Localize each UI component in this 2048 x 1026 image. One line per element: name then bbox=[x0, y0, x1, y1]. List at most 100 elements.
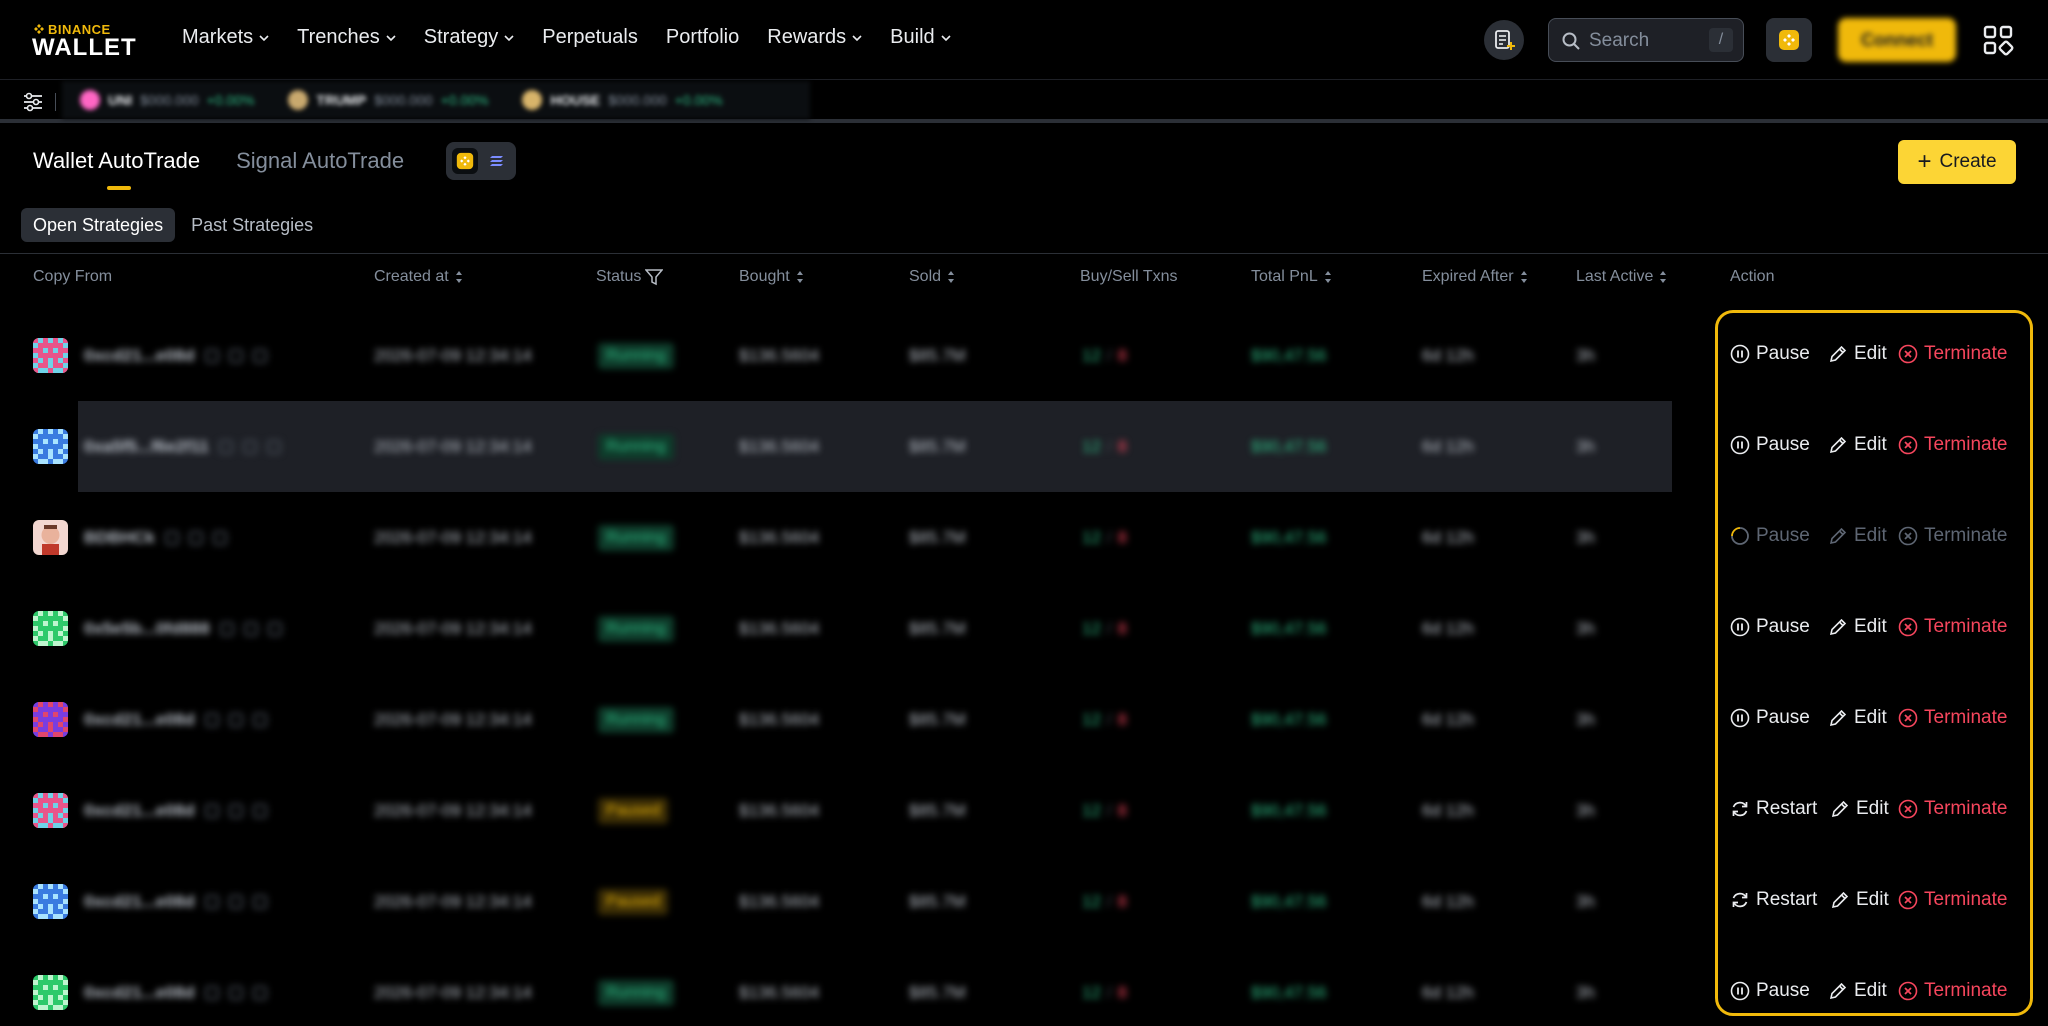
edit-button[interactable]: Edit bbox=[1828, 434, 1887, 456]
copy-from-cell[interactable]: 0xcd21...e08d bbox=[84, 765, 267, 856]
col-bought[interactable]: Bought bbox=[739, 268, 804, 286]
ticker-item[interactable]: HOUSE $000.000 +0.00% bbox=[522, 90, 723, 110]
restart-button[interactable]: Restart bbox=[1730, 889, 1817, 911]
edit-button[interactable]: Edit bbox=[1828, 616, 1887, 638]
terminate-button[interactable]: Terminate bbox=[1898, 707, 2007, 729]
terminate-button[interactable]: Terminate bbox=[1898, 343, 2007, 365]
copy-from-cell[interactable]: 0x5e5b...0fd888 bbox=[84, 583, 282, 674]
copy-icon[interactable] bbox=[164, 530, 179, 545]
create-strategy-button[interactable]: + Create bbox=[1898, 140, 2016, 184]
tab-wallet-autotrade[interactable]: Wallet AutoTrade bbox=[33, 148, 200, 174]
copy-from-cell[interactable]: 0xcd21...e08d bbox=[84, 674, 267, 765]
copy-from-cell[interactable]: 0xcd21...e08d bbox=[84, 310, 267, 401]
copy-icon[interactable] bbox=[204, 985, 219, 1000]
ticker-settings-icon[interactable] bbox=[22, 92, 44, 112]
copy-from-cell[interactable]: 0xa5f5...f6e2f11 bbox=[84, 401, 281, 492]
nav-item-build[interactable]: Build bbox=[890, 26, 951, 49]
trader-avatar[interactable] bbox=[33, 975, 68, 1010]
connect-wallet-button[interactable]: Connect bbox=[1838, 18, 1956, 62]
sort-icon[interactable] bbox=[1659, 270, 1667, 284]
table-row[interactable]: 0xcd21...e08d 2026-07-09 12:34:14 Running $… bbox=[0, 310, 2048, 401]
favorite-icon[interactable] bbox=[266, 439, 281, 454]
pause-button[interactable]: Pause bbox=[1730, 616, 1810, 638]
nav-item-markets[interactable]: Markets bbox=[182, 26, 269, 49]
bnb-toggle-option[interactable] bbox=[452, 148, 478, 174]
copy-from-cell[interactable]: 0xcd21...e08d bbox=[84, 856, 267, 947]
copy-from-cell[interactable]: BDBHCk bbox=[84, 492, 227, 583]
solana-toggle-option[interactable] bbox=[484, 148, 510, 174]
copy-icon[interactable] bbox=[204, 803, 219, 818]
nav-item-trenches[interactable]: Trenches bbox=[297, 26, 396, 49]
edit-button[interactable]: Edit bbox=[1828, 980, 1887, 1002]
edit-name-icon[interactable] bbox=[228, 985, 243, 1000]
terminate-button[interactable]: Terminate bbox=[1898, 889, 2007, 911]
terminate-button[interactable]: Terminate bbox=[1898, 798, 2007, 820]
table-row[interactable]: 0x5e5b...0fd888 2026-07-09 12:34:14 Runnin… bbox=[0, 583, 2048, 674]
binance-wallet-logo[interactable]: BINANCE WALLET bbox=[32, 22, 152, 61]
edit-name-icon[interactable] bbox=[188, 530, 203, 545]
edit-name-icon[interactable] bbox=[243, 621, 258, 636]
network-selector-button[interactable] bbox=[1766, 18, 1812, 62]
table-row[interactable]: 0xcd21...e08d 2026-07-09 12:34:14 Running $… bbox=[0, 674, 2048, 765]
table-row[interactable]: BDBHCk 2026-07-09 12:34:14 Running $136.560… bbox=[0, 492, 2048, 583]
pause-button[interactable]: Pause bbox=[1730, 343, 1810, 365]
edit-button[interactable]: Edit bbox=[1828, 343, 1887, 365]
copy-icon[interactable] bbox=[204, 712, 219, 727]
col-pnl[interactable]: Total PnL bbox=[1251, 268, 1332, 286]
table-row[interactable]: 0xcd21...e08d 2026-07-09 12:34:14 Paused $1… bbox=[0, 856, 2048, 947]
edit-name-icon[interactable] bbox=[228, 803, 243, 818]
col-created-at[interactable]: Created at bbox=[374, 268, 463, 286]
edit-button[interactable]: Edit bbox=[1830, 889, 1889, 911]
apps-grid-icon[interactable] bbox=[1982, 24, 2014, 56]
nav-item-portfolio[interactable]: Portfolio bbox=[666, 26, 739, 49]
col-sold[interactable]: Sold bbox=[909, 268, 955, 286]
edit-button[interactable]: Edit bbox=[1830, 798, 1889, 820]
tab-signal-autotrade[interactable]: Signal AutoTrade bbox=[236, 148, 404, 174]
copy-from-cell[interactable]: 0xcd21...e08d bbox=[84, 947, 267, 1026]
table-row[interactable]: 0xcd21...e08d 2026-07-09 12:34:14 Running $… bbox=[0, 947, 2048, 1026]
trader-avatar[interactable] bbox=[33, 884, 68, 919]
col-expired-after[interactable]: Expired After bbox=[1422, 268, 1528, 286]
col-status[interactable]: Status bbox=[596, 268, 664, 286]
favorite-icon[interactable] bbox=[252, 712, 267, 727]
edit-name-icon[interactable] bbox=[228, 348, 243, 363]
trader-avatar[interactable] bbox=[33, 429, 68, 464]
edit-name-icon[interactable] bbox=[242, 439, 257, 454]
pause-button[interactable]: Pause bbox=[1730, 980, 1810, 1002]
table-row[interactable]: 0xa5f5...f6e2f11 2026-07-09 12:34:14 Runni… bbox=[0, 401, 2048, 492]
edit-name-icon[interactable] bbox=[228, 894, 243, 909]
nav-item-perpetuals[interactable]: Perpetuals bbox=[542, 26, 638, 49]
terminate-button[interactable]: Terminate bbox=[1898, 434, 2007, 456]
col-last-active[interactable]: Last Active bbox=[1576, 268, 1667, 286]
favorite-icon[interactable] bbox=[252, 348, 267, 363]
pause-button[interactable]: Pause bbox=[1730, 707, 1810, 729]
sort-icon[interactable] bbox=[796, 270, 804, 284]
search-box[interactable]: Search / bbox=[1548, 18, 1744, 62]
nav-item-strategy[interactable]: Strategy bbox=[424, 26, 514, 49]
sort-icon[interactable] bbox=[1520, 270, 1528, 284]
nav-item-rewards[interactable]: Rewards bbox=[767, 26, 862, 49]
sort-icon[interactable] bbox=[947, 270, 955, 284]
table-row[interactable]: 0xcd21...e08d 2026-07-09 12:34:14 Paused $1… bbox=[0, 765, 2048, 856]
favorite-icon[interactable] bbox=[212, 530, 227, 545]
restart-button[interactable]: Restart bbox=[1730, 798, 1817, 820]
sort-icon[interactable] bbox=[455, 270, 463, 284]
chain-view-toggle[interactable] bbox=[446, 142, 516, 180]
subtab-past-strategies[interactable]: Past Strategies bbox=[179, 208, 325, 242]
trader-avatar[interactable] bbox=[33, 702, 68, 737]
ticker-item[interactable]: TRUMP $000.000 +0.00% bbox=[288, 90, 488, 110]
copy-icon[interactable] bbox=[218, 439, 233, 454]
trader-avatar[interactable] bbox=[33, 611, 68, 646]
edit-name-icon[interactable] bbox=[228, 712, 243, 727]
copy-icon[interactable] bbox=[204, 348, 219, 363]
favorite-icon[interactable] bbox=[252, 985, 267, 1000]
notes-button[interactable] bbox=[1484, 20, 1524, 60]
favorite-icon[interactable] bbox=[252, 894, 267, 909]
trader-avatar[interactable] bbox=[33, 793, 68, 828]
sort-icon[interactable] bbox=[1324, 270, 1332, 284]
terminate-button[interactable]: Terminate bbox=[1898, 616, 2007, 638]
copy-icon[interactable] bbox=[219, 621, 234, 636]
terminate-button[interactable]: Terminate bbox=[1898, 980, 2007, 1002]
trader-avatar[interactable] bbox=[33, 338, 68, 373]
trader-avatar[interactable] bbox=[33, 520, 68, 555]
